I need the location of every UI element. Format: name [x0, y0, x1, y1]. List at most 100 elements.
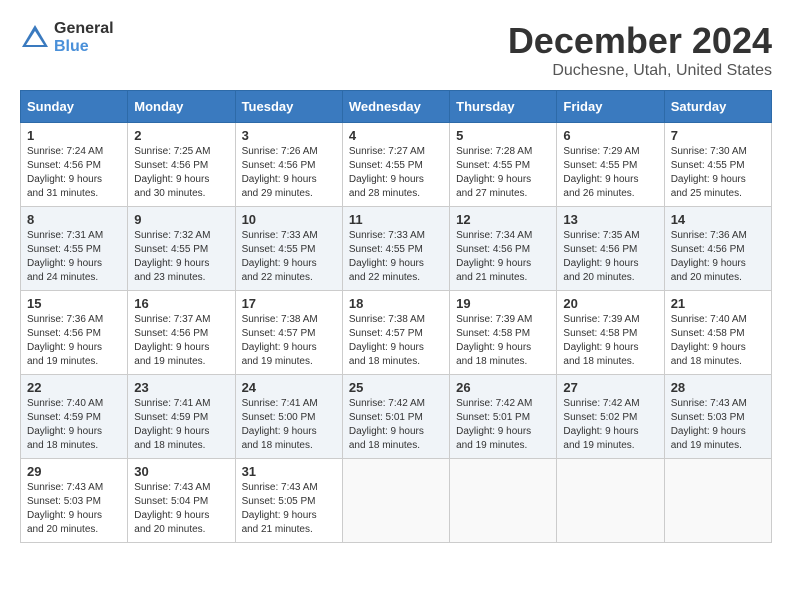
- calendar-day-cell: 23 Sunrise: 7:41 AM Sunset: 4:59 PM Dayli…: [128, 375, 235, 459]
- calendar-day-cell: 22Sunrise: 7:40 AM Sunset: 4:59 PM Dayli…: [21, 375, 128, 459]
- day-number: 19: [456, 296, 550, 311]
- calendar-day-cell: [450, 459, 557, 543]
- day-info: Sunrise: 7:39 AM Sunset: 4:58 PM Dayligh…: [563, 313, 657, 369]
- calendar-week-row: 1 Sunrise: 7:24 AM Sunset: 4:56 PM Daylig…: [21, 123, 772, 207]
- weekday-header: Friday: [557, 91, 664, 123]
- day-info: Sunrise: 7:41 AM Sunset: 5:00 PM Dayligh…: [242, 397, 336, 453]
- calendar-day-cell: 25 Sunrise: 7:42 AM Sunset: 5:01 PM Dayli…: [342, 375, 449, 459]
- day-info: Sunrise: 7:42 AM Sunset: 5:01 PM Dayligh…: [349, 397, 443, 453]
- day-info: Sunrise: 7:38 AM Sunset: 4:57 PM Dayligh…: [349, 313, 443, 369]
- day-number: 17: [242, 296, 336, 311]
- calendar-day-cell: 10Sunrise: 7:33 AM Sunset: 4:55 PM Dayli…: [235, 207, 342, 291]
- day-number: 16: [134, 296, 228, 311]
- day-number: 22: [27, 380, 121, 395]
- day-info: Sunrise: 7:33 AM Sunset: 4:55 PM Dayligh…: [349, 229, 443, 285]
- day-info: Sunrise: 7:43 AM Sunset: 5:04 PM Dayligh…: [134, 481, 228, 537]
- day-info: Sunrise: 7:42 AM Sunset: 5:02 PM Dayligh…: [563, 397, 657, 453]
- logo: General Blue: [20, 20, 114, 55]
- calendar-day-cell: 27 Sunrise: 7:42 AM Sunset: 5:02 PM Dayli…: [557, 375, 664, 459]
- calendar-day-cell: 21 Sunrise: 7:40 AM Sunset: 4:58 PM Dayli…: [664, 291, 771, 375]
- day-info: Sunrise: 7:25 AM Sunset: 4:56 PM Dayligh…: [134, 145, 228, 201]
- calendar-day-cell: 29 Sunrise: 7:43 AM Sunset: 5:03 PM Dayli…: [21, 459, 128, 543]
- calendar-day-cell: 11Sunrise: 7:33 AM Sunset: 4:55 PM Dayli…: [342, 207, 449, 291]
- calendar-day-cell: 4 Sunrise: 7:27 AM Sunset: 4:55 PM Daylig…: [342, 123, 449, 207]
- day-info: Sunrise: 7:32 AM Sunset: 4:55 PM Dayligh…: [134, 229, 228, 285]
- location-title: Duchesne, Utah, United States: [508, 62, 772, 80]
- calendar-day-cell: 15 Sunrise: 7:36 AM Sunset: 4:56 PM Dayli…: [21, 291, 128, 375]
- day-info: Sunrise: 7:36 AM Sunset: 4:56 PM Dayligh…: [27, 313, 121, 369]
- day-number: 23: [134, 380, 228, 395]
- day-info: Sunrise: 7:29 AM Sunset: 4:55 PM Dayligh…: [563, 145, 657, 201]
- calendar-week-row: 15 Sunrise: 7:36 AM Sunset: 4:56 PM Dayli…: [21, 291, 772, 375]
- day-info: Sunrise: 7:28 AM Sunset: 4:55 PM Dayligh…: [456, 145, 550, 201]
- calendar-day-cell: 12Sunrise: 7:34 AM Sunset: 4:56 PM Dayli…: [450, 207, 557, 291]
- day-number: 13: [563, 212, 657, 227]
- day-info: Sunrise: 7:40 AM Sunset: 4:58 PM Dayligh…: [671, 313, 765, 369]
- day-info: Sunrise: 7:41 AM Sunset: 4:59 PM Dayligh…: [134, 397, 228, 453]
- logo-text: General Blue: [54, 20, 114, 55]
- day-number: 26: [456, 380, 550, 395]
- day-number: 30: [134, 464, 228, 479]
- calendar-day-cell: 3Sunrise: 7:26 AM Sunset: 4:56 PM Daylig…: [235, 123, 342, 207]
- day-number: 18: [349, 296, 443, 311]
- weekday-header: Thursday: [450, 91, 557, 123]
- weekday-row: SundayMondayTuesdayWednesdayThursdayFrid…: [21, 91, 772, 123]
- day-number: 24: [242, 380, 336, 395]
- day-number: 28: [671, 380, 765, 395]
- weekday-header: Tuesday: [235, 91, 342, 123]
- day-number: 4: [349, 128, 443, 143]
- day-info: Sunrise: 7:43 AM Sunset: 5:05 PM Dayligh…: [242, 481, 336, 537]
- day-info: Sunrise: 7:31 AM Sunset: 4:55 PM Dayligh…: [27, 229, 121, 285]
- logo-blue-text: Blue: [54, 38, 114, 56]
- day-number: 15: [27, 296, 121, 311]
- day-number: 1: [27, 128, 121, 143]
- weekday-header: Sunday: [21, 91, 128, 123]
- day-info: Sunrise: 7:30 AM Sunset: 4:55 PM Dayligh…: [671, 145, 765, 201]
- calendar-week-row: 22Sunrise: 7:40 AM Sunset: 4:59 PM Dayli…: [21, 375, 772, 459]
- day-number: 27: [563, 380, 657, 395]
- calendar-day-cell: 16 Sunrise: 7:37 AM Sunset: 4:56 PM Dayli…: [128, 291, 235, 375]
- title-section: December 2024 Duchesne, Utah, United Sta…: [508, 20, 772, 80]
- calendar-day-cell: 9 Sunrise: 7:32 AM Sunset: 4:55 PM Daylig…: [128, 207, 235, 291]
- calendar-day-cell: 19 Sunrise: 7:39 AM Sunset: 4:58 PM Dayli…: [450, 291, 557, 375]
- calendar-day-cell: 6 Sunrise: 7:29 AM Sunset: 4:55 PM Daylig…: [557, 123, 664, 207]
- calendar-week-row: 8Sunrise: 7:31 AM Sunset: 4:55 PM Daylig…: [21, 207, 772, 291]
- day-info: Sunrise: 7:38 AM Sunset: 4:57 PM Dayligh…: [242, 313, 336, 369]
- day-number: 25: [349, 380, 443, 395]
- calendar-day-cell: [342, 459, 449, 543]
- day-number: 6: [563, 128, 657, 143]
- day-info: Sunrise: 7:24 AM Sunset: 4:56 PM Dayligh…: [27, 145, 121, 201]
- calendar-day-cell: 7Sunrise: 7:30 AM Sunset: 4:55 PM Daylig…: [664, 123, 771, 207]
- day-number: 9: [134, 212, 228, 227]
- page-header: General Blue December 2024 Duchesne, Uta…: [20, 20, 772, 80]
- calendar-day-cell: 26 Sunrise: 7:42 AM Sunset: 5:01 PM Dayli…: [450, 375, 557, 459]
- calendar-day-cell: 1 Sunrise: 7:24 AM Sunset: 4:56 PM Daylig…: [21, 123, 128, 207]
- calendar-day-cell: 30 Sunrise: 7:43 AM Sunset: 5:04 PM Dayli…: [128, 459, 235, 543]
- calendar-day-cell: 17 Sunrise: 7:38 AM Sunset: 4:57 PM Dayli…: [235, 291, 342, 375]
- day-number: 5: [456, 128, 550, 143]
- calendar-body: 1 Sunrise: 7:24 AM Sunset: 4:56 PM Daylig…: [21, 123, 772, 543]
- day-info: Sunrise: 7:42 AM Sunset: 5:01 PM Dayligh…: [456, 397, 550, 453]
- calendar-day-cell: 8Sunrise: 7:31 AM Sunset: 4:55 PM Daylig…: [21, 207, 128, 291]
- calendar-day-cell: 24 Sunrise: 7:41 AM Sunset: 5:00 PM Dayli…: [235, 375, 342, 459]
- calendar-day-cell: 20 Sunrise: 7:39 AM Sunset: 4:58 PM Dayli…: [557, 291, 664, 375]
- day-info: Sunrise: 7:27 AM Sunset: 4:55 PM Dayligh…: [349, 145, 443, 201]
- day-info: Sunrise: 7:26 AM Sunset: 4:56 PM Dayligh…: [242, 145, 336, 201]
- day-number: 12: [456, 212, 550, 227]
- calendar-day-cell: 13Sunrise: 7:35 AM Sunset: 4:56 PM Dayli…: [557, 207, 664, 291]
- day-info: Sunrise: 7:33 AM Sunset: 4:55 PM Dayligh…: [242, 229, 336, 285]
- day-number: 21: [671, 296, 765, 311]
- calendar-day-cell: 18 Sunrise: 7:38 AM Sunset: 4:57 PM Dayli…: [342, 291, 449, 375]
- day-info: Sunrise: 7:43 AM Sunset: 5:03 PM Dayligh…: [27, 481, 121, 537]
- calendar-header: SundayMondayTuesdayWednesdayThursdayFrid…: [21, 91, 772, 123]
- day-info: Sunrise: 7:39 AM Sunset: 4:58 PM Dayligh…: [456, 313, 550, 369]
- day-info: Sunrise: 7:37 AM Sunset: 4:56 PM Dayligh…: [134, 313, 228, 369]
- calendar-table: SundayMondayTuesdayWednesdayThursdayFrid…: [20, 90, 772, 543]
- calendar-day-cell: 5 Sunrise: 7:28 AM Sunset: 4:55 PM Daylig…: [450, 123, 557, 207]
- day-number: 20: [563, 296, 657, 311]
- weekday-header: Wednesday: [342, 91, 449, 123]
- day-number: 2: [134, 128, 228, 143]
- day-number: 29: [27, 464, 121, 479]
- calendar-day-cell: 28 Sunrise: 7:43 AM Sunset: 5:03 PM Dayli…: [664, 375, 771, 459]
- day-info: Sunrise: 7:43 AM Sunset: 5:03 PM Dayligh…: [671, 397, 765, 453]
